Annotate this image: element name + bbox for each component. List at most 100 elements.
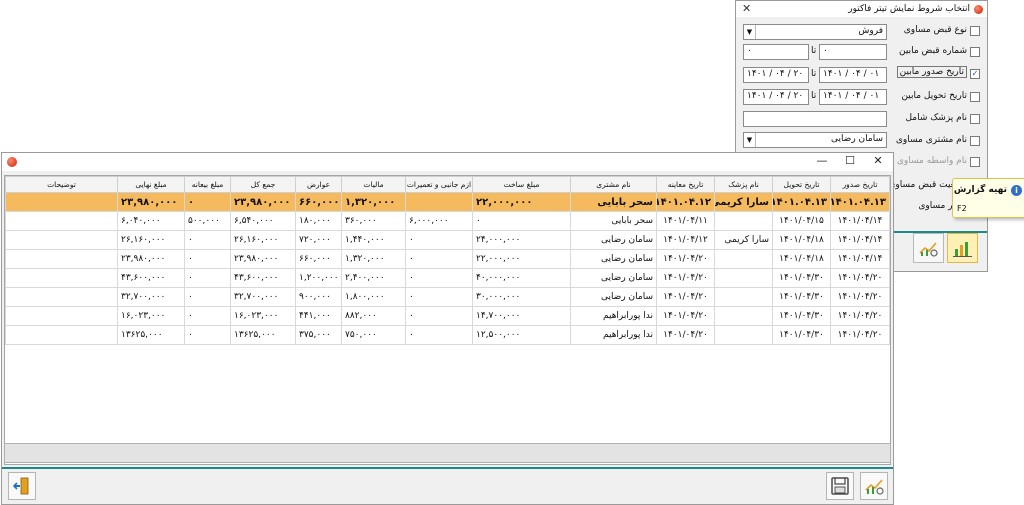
table-cell: ۶۶۰,۰۰۰	[295, 249, 342, 269]
generate-report-button[interactable]	[947, 233, 978, 263]
delivery-date-to-input[interactable]: ۱۴۰۱ / ۰۴ / ۲۰	[743, 89, 809, 105]
table-cell: ۹۰۰,۰۰۰	[295, 287, 342, 307]
table-row[interactable]: 1خرید1۱۴۰۱.۰۴.۱۳۱۴۰۱.۰۴.۱۳سارا کریمی۱۴۰۱…	[5, 192, 890, 212]
table-cell: ۴۴۱,۰۰۰	[295, 306, 342, 326]
table-cell: ۱۴۰۱/۰۴/۱۱	[656, 211, 715, 231]
chevron-down-icon[interactable]: ▼	[744, 25, 756, 39]
customer-name-checkbox[interactable]	[970, 136, 980, 146]
table-cell: ۱,۳۲۰,۰۰۰	[341, 249, 406, 269]
table-cell: ۲۶,۱۶۰,۰۰۰	[230, 230, 296, 250]
table-cell: ۱۴۰۱/۰۴/۲۰	[830, 306, 890, 326]
receipt-type-checkbox[interactable]	[970, 26, 980, 36]
table-cell: ۱۴,۷۰۰,۰۰۰	[472, 306, 571, 326]
table-cell: ۲۳,۹۸۰,۰۰۰	[117, 192, 185, 212]
table-row[interactable]: 2فروش1۱۴۰۱/۰۴/۱۴۱۴۰۱/۰۴/۱۵۱۴۰۱/۰۴/۱۱سحر …	[5, 211, 890, 231]
receipt-type-value: فروش	[858, 26, 883, 36]
column-header[interactable]: عوارض	[295, 176, 342, 193]
column-header[interactable]: تاریخ تحویل	[772, 176, 831, 193]
chart-report-button[interactable]	[860, 472, 888, 500]
intermediary-checkbox[interactable]	[970, 157, 980, 167]
column-header[interactable]: مبلغ ساخت	[472, 176, 571, 193]
doctor-name-checkbox[interactable]	[970, 114, 980, 124]
table-cell: ۱۴۰۱/۰۴/۳۰	[772, 287, 831, 307]
receipt-type-select[interactable]: ▼ فروش	[743, 24, 887, 40]
receipt-number-to-input[interactable]: ۰	[743, 44, 809, 60]
minimize-button[interactable]: —	[812, 154, 832, 167]
column-header[interactable]: مبلغ بیعانه	[184, 176, 231, 193]
customer-name-label: نام مشتری مساوی	[895, 135, 967, 145]
doctor-name-label: نام پزشک شامل	[905, 113, 967, 123]
column-header[interactable]: ازم جانبی و تعمیرات	[405, 176, 473, 193]
receipt-number-from-input[interactable]: ۰	[819, 44, 887, 60]
table-cell: ۱۴۰۱.۰۴.۱۳	[830, 192, 890, 212]
table-cell	[5, 287, 118, 307]
exit-button[interactable]	[8, 472, 36, 500]
column-header[interactable]: تاریخ صدور	[830, 176, 890, 193]
delivery-date-from-input[interactable]: ۱۴۰۱ / ۰۴ / ۰۱	[819, 89, 887, 105]
to-label: تا	[811, 69, 817, 79]
column-header[interactable]: توضیحات	[5, 176, 118, 193]
close-icon[interactable]: ✕	[742, 2, 751, 15]
table-cell	[405, 192, 473, 212]
table-cell: ۱۴۰۱/۰۴/۱۵	[772, 211, 831, 231]
table-cell: ۲۲,۰۰۰,۰۰۰	[472, 192, 571, 212]
table-cell: سحر بابایی	[570, 211, 657, 231]
table-row[interactable]: 8فروش4۱۴۰۱/۰۴/۲۰۱۴۰۱/۰۴/۳۰۱۴۰۱/۰۴/۲۰ندا …	[5, 325, 890, 345]
table-cell: ۱۶,۰۲۳,۰۰۰	[117, 306, 185, 326]
issue-date-checkbox[interactable]: ✓	[970, 69, 980, 79]
table-cell: ۲۴,۰۰۰,۰۰۰	[472, 230, 571, 250]
table-cell: ۰	[184, 249, 231, 269]
tooltip-shortcut: F2	[957, 204, 967, 213]
table-cell: ۱۴۰۱.۰۴.۱۲	[656, 192, 715, 212]
table-row[interactable]: 5فروش3۱۴۰۱/۰۴/۲۰۱۴۰۱/۰۴/۳۰۱۴۰۱/۰۴/۲۰ساما…	[5, 268, 890, 288]
column-header[interactable]: نام پزشک	[714, 176, 773, 193]
table-cell: 2	[889, 230, 890, 250]
issue-date-to-input[interactable]: ۱۴۰۱ / ۰۴ / ۲۰	[743, 67, 809, 83]
table-cell	[5, 192, 118, 212]
save-button[interactable]	[826, 472, 854, 500]
table-cell: ۱۲,۵۰۰,۰۰۰	[472, 325, 571, 345]
table-cell: ۱۴۰۱/۰۴/۲۰	[656, 306, 715, 326]
table-cell	[714, 268, 773, 288]
table-cell: ۰	[472, 211, 571, 231]
table-cell: ۳۰,۰۰۰,۰۰۰	[472, 287, 571, 307]
table-cell: ۰	[184, 287, 231, 307]
chart-settings-button[interactable]	[913, 233, 944, 263]
column-header[interactable]: جمع کل	[230, 176, 296, 193]
table-cell: ۱۴۰۱/۰۴/۲۰	[656, 325, 715, 345]
table-cell: ۳۲,۷۰۰,۰۰۰	[230, 287, 296, 307]
table-cell: ۰	[184, 306, 231, 326]
maximize-button[interactable]: ☐	[840, 154, 860, 167]
column-header[interactable]: نام مشتری	[570, 176, 657, 193]
table-cell: ۱۴۰۱/۰۴/۲۰	[656, 249, 715, 269]
table-cell: ۱,۳۲۰,۰۰۰	[341, 192, 406, 212]
table-row[interactable]: 4فروش2۱۴۰۱/۰۴/۱۴۱۴۰۱/۰۴/۱۸۱۴۰۱/۰۴/۲۰ساما…	[5, 249, 890, 269]
doctor-name-input[interactable]	[743, 111, 887, 127]
table-cell: سامان رضایی	[570, 287, 657, 307]
table-cell: ۰	[405, 230, 473, 250]
column-header[interactable]: تاریخ معاینه	[656, 176, 715, 193]
table-cell	[5, 325, 118, 345]
column-header[interactable]: مبلغ نهایی	[117, 176, 185, 193]
table-cell: ۶,۵۴۰,۰۰۰	[230, 211, 296, 231]
report-titlebar: — ☐ ✕	[2, 153, 893, 171]
table-cell: ۵۰۰,۰۰۰	[184, 211, 231, 231]
table-cell: ۸۸۲,۰۰۰	[341, 306, 406, 326]
table-cell: ۳۲,۷۰۰,۰۰۰	[117, 287, 185, 307]
table-cell: ۱۴۰۱/۰۴/۱۲	[656, 230, 715, 250]
table-cell: ۱۴۰۱/۰۴/۱۸	[772, 249, 831, 269]
delivery-date-checkbox[interactable]	[970, 92, 980, 102]
receipt-number-checkbox[interactable]	[970, 47, 980, 57]
column-header[interactable]: مالیات	[341, 176, 406, 193]
close-button[interactable]: ✕	[868, 154, 888, 167]
table-row[interactable]: 3خرید2۱۴۰۱/۰۴/۱۴۱۴۰۱/۰۴/۱۸سارا کریمی۱۴۰۱…	[5, 230, 890, 250]
issue-date-from-input[interactable]: ۱۴۰۱ / ۰۴ / ۰۱	[819, 67, 887, 83]
report-grid[interactable]: ردیفنوع قبضشماره قبضتاریخ صدورتاریخ تحوی…	[4, 175, 891, 465]
table-cell	[5, 211, 118, 231]
column-header[interactable]: شماره قبض	[889, 176, 890, 193]
table-row[interactable]: 7خرید4۱۴۰۱/۰۴/۲۰۱۴۰۱/۰۴/۳۰۱۴۰۱/۰۴/۲۰ندا …	[5, 306, 890, 326]
customer-name-select[interactable]: ▼ سامان رضایی	[743, 132, 887, 148]
table-row[interactable]: 6خرید3۱۴۰۱/۰۴/۲۰۱۴۰۱/۰۴/۳۰۱۴۰۱/۰۴/۲۰ساما…	[5, 287, 890, 307]
table-cell: ۱۶,۰۲۳,۰۰۰	[230, 306, 296, 326]
chevron-down-icon[interactable]: ▼	[744, 133, 756, 147]
